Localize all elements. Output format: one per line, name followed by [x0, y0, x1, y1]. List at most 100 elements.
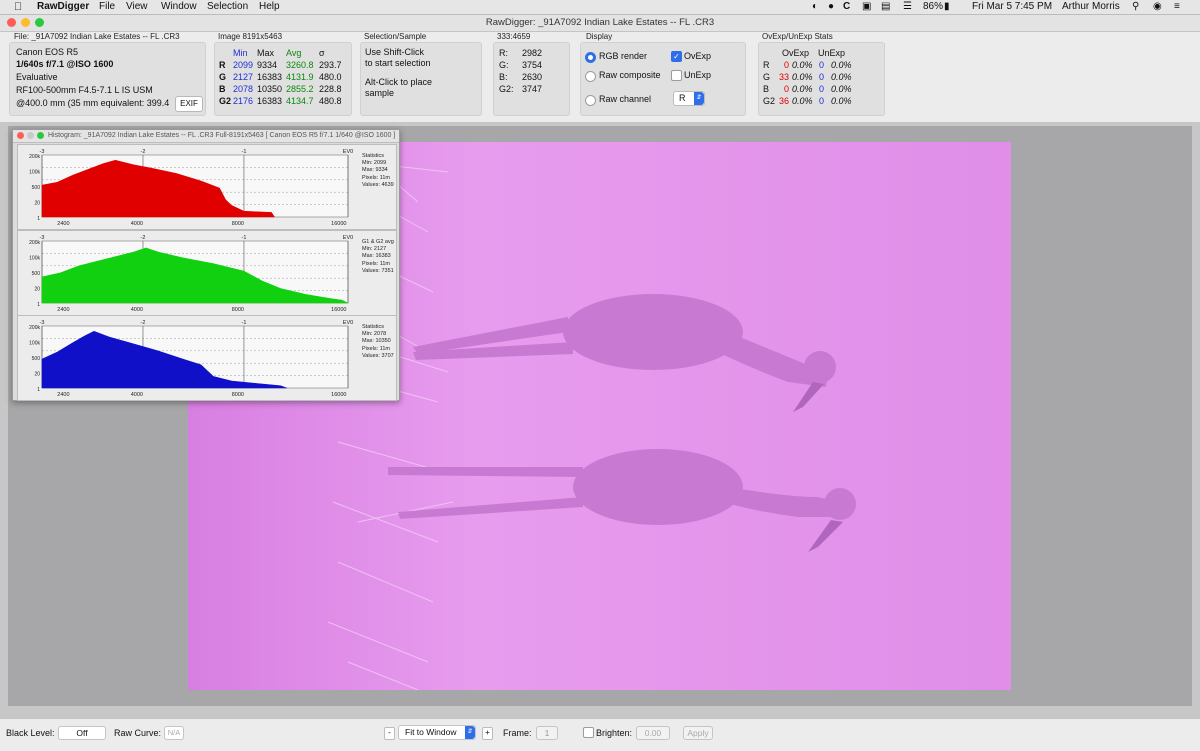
sample-value: 3747 — [522, 84, 543, 94]
raw-curve-field: N/A — [164, 726, 184, 740]
sample-label: B: — [499, 72, 508, 82]
metering-mode: Evaluative — [16, 72, 58, 82]
unexp-count: 0 — [819, 96, 825, 106]
unexp-percent: 0.0% — [831, 96, 852, 106]
battery-icon[interactable]: ▮ — [944, 0, 950, 14]
ev-label: -3 — [40, 235, 45, 241]
row-channel: G2 — [219, 96, 232, 106]
ev-label: EV0 — [343, 149, 353, 155]
raw-composite-label[interactable]: Raw composite — [599, 70, 661, 80]
apple-icon[interactable]:  — [14, 0, 22, 14]
menu-file[interactable]: File — [99, 0, 115, 14]
sample-value: 2982 — [522, 48, 543, 58]
histogram-title: Histogram: _91A7092 Indian Lake Estates … — [48, 132, 396, 139]
ev-label: -2 — [141, 235, 146, 241]
ovexp-percent: 0.0% — [792, 72, 813, 82]
stat-channel: B — [763, 84, 770, 94]
ev-label: -3 — [40, 149, 45, 155]
zoom-select[interactable]: Fit to Window ⇵ — [398, 725, 476, 740]
row-min: 2099 — [233, 60, 254, 70]
image-panel-title: Image 8191x5463 — [218, 32, 283, 41]
stat-line: Min: 2078 — [362, 331, 387, 338]
zoom-window-button[interactable] — [35, 18, 44, 27]
ovexp-count: 0 — [783, 84, 789, 94]
x-tick-label: 16000 — [331, 392, 346, 398]
status-bar-icon[interactable]: ● — [828, 0, 834, 14]
siri-icon[interactable]: ◉ — [1153, 0, 1162, 14]
ovexp-count: 36 — [778, 96, 789, 106]
bottom-toolbar: Black Level: Off Raw Curve: N/A - Fit to… — [0, 718, 1200, 751]
frame-value: 1 — [544, 728, 550, 738]
status-bar-icon[interactable]: C — [843, 0, 850, 14]
selection-hint-2: to start selection — [365, 58, 431, 68]
row-sigma: 228.8 — [319, 84, 342, 94]
frame-label: Frame: — [503, 728, 532, 738]
zoom-histogram-button[interactable] — [37, 132, 44, 139]
ovexp-checkbox[interactable]: ✓ — [671, 51, 682, 62]
stats-panel-title: OvExp/UnExp Stats — [762, 32, 833, 41]
black-level-label: Black Level: — [6, 728, 55, 738]
sample-panel-title: 333:4659 — [497, 32, 531, 41]
x-tick-label: 8000 — [232, 392, 244, 398]
row-avg: 4134.7 — [286, 96, 314, 106]
menu-app-name[interactable]: RawDigger — [37, 0, 89, 14]
window-title: RawDigger: _91A7092 Indian Lake Estates … — [485, 17, 715, 28]
raw-composite-radio[interactable] — [585, 71, 596, 82]
control-center-icon[interactable]: ≡ — [1174, 0, 1180, 14]
zoom-out-button[interactable]: - — [384, 727, 395, 740]
exposure-settings: 1/640s f/7.1 @ISO 1600 — [16, 59, 114, 69]
rgb-render-label[interactable]: RGB render — [599, 51, 647, 61]
menubar-user[interactable]: Arthur Morris — [1062, 0, 1120, 14]
raw-channel-label[interactable]: Raw channel — [599, 94, 651, 104]
exif-button[interactable]: EXIF — [175, 96, 203, 112]
rgb-render-radio[interactable] — [585, 52, 596, 63]
close-histogram-button[interactable] — [17, 132, 24, 139]
row-sigma: 480.0 — [319, 72, 342, 82]
apply-button: Apply — [683, 726, 713, 740]
menu-help[interactable]: Help — [259, 0, 280, 14]
selection-hint-1: Use Shift-Click — [365, 47, 425, 57]
minimize-histogram-button[interactable] — [27, 132, 34, 139]
spotlight-search-icon[interactable]: ⚲ — [1132, 0, 1139, 14]
histogram-panel-green: -3 -2 -1 EV0 200k 100k 500 20 1 2400 4000 8000 16000… — [17, 230, 397, 316]
menu-selection[interactable]: Selection — [207, 0, 248, 14]
ev-label: -1 — [242, 149, 247, 155]
ovexp-label[interactable]: OvExp — [684, 51, 711, 61]
status-bar-icon[interactable]: ◐ — [812, 0, 818, 14]
wifi-icon[interactable]: ☰ — [903, 0, 912, 14]
minimize-window-button[interactable] — [21, 18, 30, 27]
brighten-checkbox[interactable] — [583, 727, 594, 738]
menu-view[interactable]: View — [126, 0, 148, 14]
brighten-field: 0.00 — [636, 726, 670, 740]
ovexp-percent: 0.0% — [792, 96, 813, 106]
menu-window[interactable]: Window — [161, 0, 197, 14]
stat-channel: G2 — [763, 96, 776, 106]
histogram-title-bar[interactable]: Histogram: _91A7092 Indian Lake Estates … — [13, 130, 399, 143]
y-tick-label: 200k — [29, 325, 40, 331]
unexp-checkbox[interactable] — [671, 70, 682, 81]
status-bar-icon[interactable]: ▤ — [881, 0, 890, 14]
brighten-label: Brighten: — [596, 728, 633, 738]
stat-line: G1 & G2 avg — [362, 239, 394, 245]
x-tick-label: 4000 — [131, 221, 143, 227]
unexp-label[interactable]: UnExp — [684, 70, 711, 80]
selection-panel-title: Selection/Sample — [364, 32, 427, 41]
close-window-button[interactable] — [7, 18, 16, 27]
black-level-field[interactable]: Off — [58, 726, 106, 740]
histogram-window[interactable]: Histogram: _91A7092 Indian Lake Estates … — [12, 129, 400, 401]
ovexp-count: 0 — [783, 60, 789, 70]
header-avg: Avg — [286, 48, 302, 58]
menubar-clock[interactable]: Fri Mar 5 7:45 PM — [972, 0, 1052, 14]
selection-hint-3: Alt-Click to place — [365, 77, 433, 87]
raw-channel-radio[interactable] — [585, 95, 596, 106]
row-channel: R — [219, 60, 226, 70]
zoom-in-button[interactable]: + — [482, 727, 493, 740]
ev-label: EV0 — [343, 235, 353, 241]
raw-curve-label: Raw Curve: — [114, 728, 162, 738]
row-max: 16383 — [257, 96, 283, 106]
channel-select[interactable]: R ⇵ — [673, 91, 705, 106]
y-tick-label: 500 — [32, 356, 41, 362]
display-panel-title: Display — [586, 32, 613, 41]
status-bar-icon[interactable]: ▣ — [862, 0, 871, 14]
header-unexp: UnExp — [818, 48, 846, 58]
